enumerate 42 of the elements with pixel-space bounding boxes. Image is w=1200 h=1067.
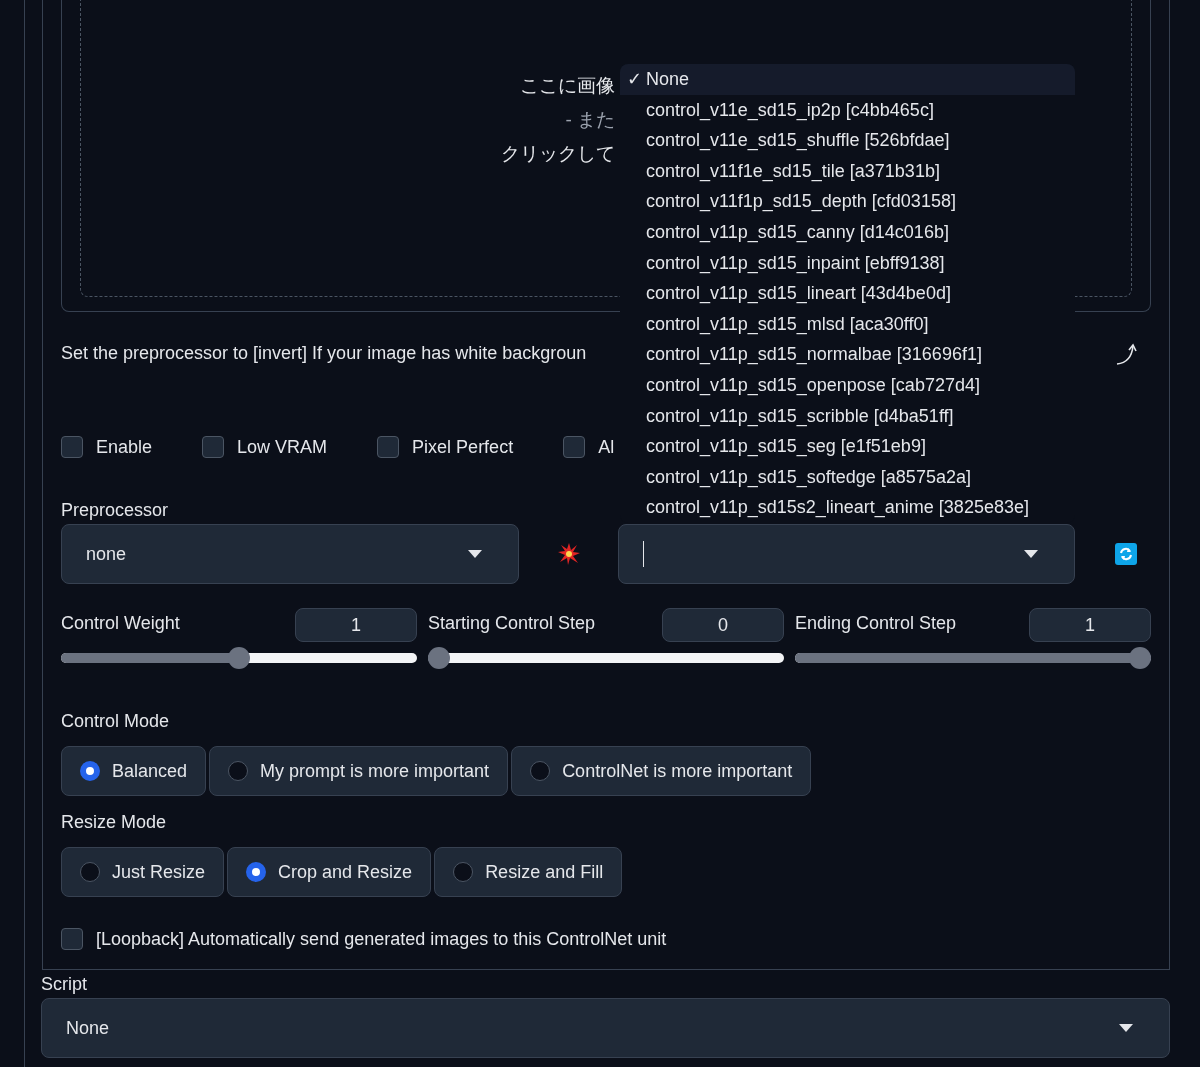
radio-option[interactable]: My prompt is more important (209, 746, 509, 796)
dropdown-option[interactable]: control_v11e_sd15_shuffle [526bfdae] (620, 125, 1075, 156)
checkbox-label[interactable]: [Loopback] Automatically send generated images to this ControlNet unit (96, 928, 667, 950)
checkbox-label[interactable]: Pixel Perfect (412, 436, 514, 458)
check-mark: ✓ (627, 68, 643, 91)
dropdown-option[interactable]: ✓ None (620, 64, 1075, 95)
dropdown-option[interactable]: control_v11p_sd15_seg [e1f51eb9] (620, 431, 1075, 462)
drop-text: クリックして (501, 142, 615, 166)
dropdown-option[interactable]: control_v11f1e_sd15_tile [a371b31b] (620, 155, 1075, 187)
number-field[interactable]: 1 (295, 608, 417, 642)
dropdown-option[interactable]: control_v11e_sd15_ip2p [c4bb465c] (620, 94, 1075, 126)
number-field[interactable]: 0 (662, 608, 784, 642)
field-label: Resize Mode (61, 811, 168, 834)
checkbox-label[interactable]: Enable (96, 436, 153, 458)
field-label: Preprocessor (61, 499, 169, 522)
radio-option[interactable]: Just Resize (61, 847, 225, 897)
checkbox-label[interactable]: Low VRAM (237, 436, 328, 458)
drop-text: - また (565, 108, 615, 132)
radio-option[interactable]: Crop and Resize (227, 847, 432, 897)
dropdown-option[interactable]: control_v11p_sd15_canny [d14c016b] (620, 216, 1075, 248)
radio-option[interactable]: Balanced (61, 746, 207, 796)
slider-label: Control Weight (61, 612, 180, 635)
drop-text: ここに画像 (520, 74, 615, 98)
preprocessor-select[interactable]: none (61, 524, 519, 584)
slider-label: Ending Control Step (795, 612, 957, 635)
script-select[interactable]: None (41, 998, 1170, 1058)
dropdown-option[interactable]: control_v11p_sd15_openpose [cab727d4] (620, 369, 1075, 401)
hint-text: Set the preprocessor to [invert] If your image has white backgroun (61, 342, 587, 365)
dropdown-option[interactable]: control_v11p_sd15_normalbae [316696f1] (620, 339, 1075, 370)
field-label: Script (41, 973, 88, 996)
dropdown-option[interactable]: control_v11p_sd15_scribble [d4ba51ff] (620, 400, 1075, 432)
dropdown-option[interactable]: control_v11p_sd15_inpaint [ebff9138] (620, 247, 1075, 279)
slider-label: Starting Control Step (428, 612, 596, 635)
checkbox-label[interactable]: Al (598, 436, 615, 458)
dropdown-option[interactable]: control_v11p_sd15_mlsd [aca30ff0] (620, 308, 1075, 340)
radio-option[interactable]: Resize and Fill (434, 847, 623, 897)
dropdown-option[interactable]: control_v11f1p_sd15_depth [cfd03158] (620, 186, 1075, 217)
dropdown-option[interactable]: control_v11p_sd15_softedge [a8575a2a] (620, 461, 1075, 493)
dropdown-option[interactable]: control_v11p_sd15s2_lineart_anime [3825e83e] (620, 492, 1075, 523)
number-field[interactable]: 1 (1029, 608, 1151, 642)
field-label: Control Mode (61, 710, 171, 733)
radio-option[interactable]: ControlNet is more important (511, 746, 812, 796)
